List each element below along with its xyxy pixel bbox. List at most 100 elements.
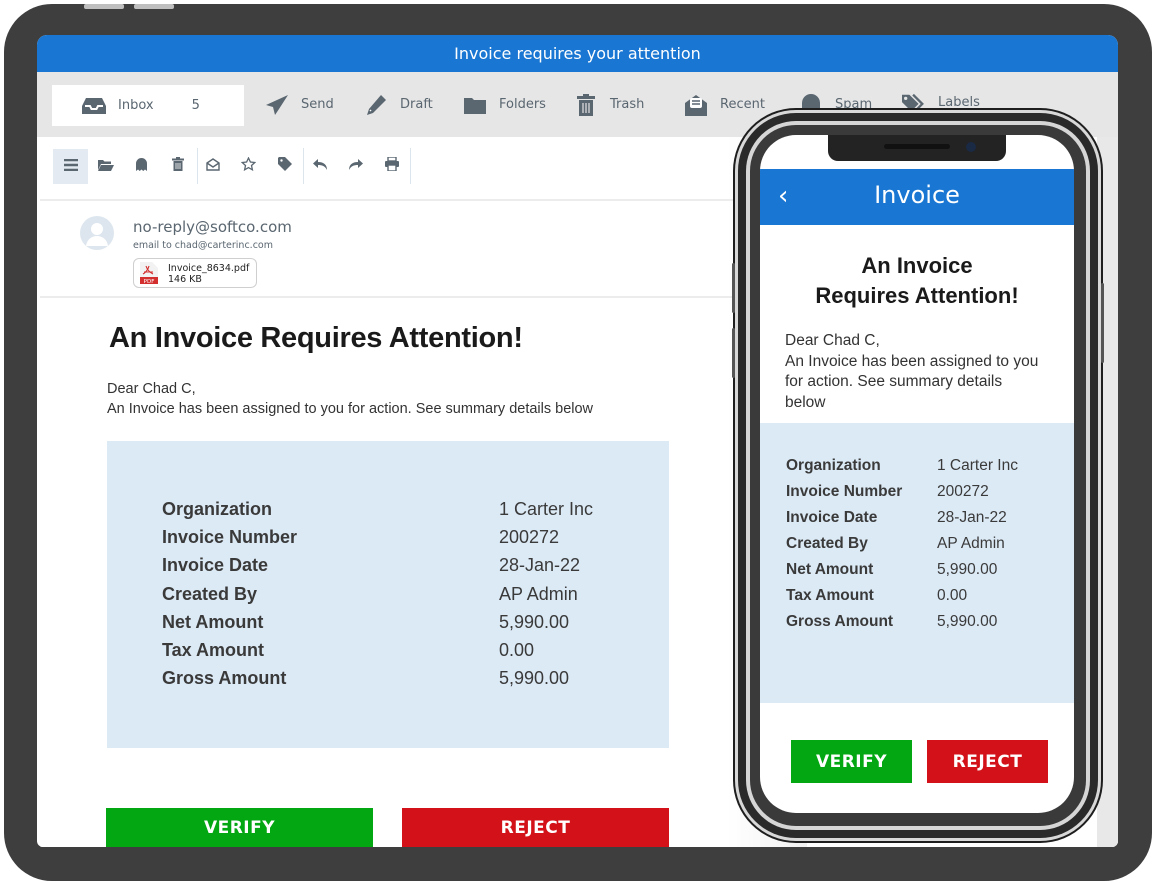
- avatar: [80, 216, 114, 250]
- pdf-file-icon: PDF: [140, 262, 158, 285]
- summary-label: Gross Amount: [786, 613, 894, 630]
- nav-draft[interactable]: Draft: [364, 72, 433, 137]
- phone-heading: An Invoice Requires Attention!: [760, 251, 1074, 311]
- summary-value: AP Admin: [937, 535, 1005, 552]
- phone-reject-button[interactable]: REJECT: [927, 740, 1048, 783]
- sender-address: no-reply@softco.com: [133, 218, 292, 236]
- summary-label: Tax Amount: [162, 640, 264, 660]
- phone-greeting-text: Dear Chad C,: [785, 332, 880, 349]
- delete-button[interactable]: [160, 149, 195, 184]
- summary-label: Net Amount: [786, 561, 874, 578]
- recipient-line: email to chad@carterinc.com: [133, 240, 273, 251]
- summary-value: 5,990.00: [937, 613, 998, 630]
- summary-value: AP Admin: [499, 583, 578, 604]
- mark-read-button[interactable]: [195, 149, 230, 184]
- reject-button[interactable]: REJECT: [402, 808, 669, 847]
- nav-trash[interactable]: Trash: [574, 72, 644, 137]
- trash-icon: [171, 157, 184, 176]
- scrollbar[interactable]: [1097, 137, 1118, 847]
- phone-volume-button: [732, 263, 735, 313]
- menu-icon: [63, 158, 78, 176]
- star-button[interactable]: [231, 149, 266, 184]
- nav-send[interactable]: Send: [265, 72, 334, 137]
- inbox-count-badge: 5: [191, 98, 200, 113]
- summary-value: 0.00: [937, 587, 968, 604]
- forward-icon: [348, 158, 363, 176]
- speaker-grille: [884, 144, 950, 149]
- summary-value: 28-Jan-22: [937, 509, 1007, 526]
- phone-heading-line: Requires Attention!: [815, 283, 1019, 308]
- nav-spam-label: Spam: [835, 97, 873, 112]
- summary-label: Tax Amount: [786, 587, 874, 604]
- mark-spam-button[interactable]: [124, 149, 159, 184]
- forward-button[interactable]: [338, 149, 373, 184]
- summary-label: Invoice Number: [786, 483, 903, 500]
- open-envelope-icon: [684, 93, 708, 117]
- nav-recent-label: Recent: [720, 97, 765, 112]
- summary-label: Invoice Date: [162, 555, 269, 576]
- summary-value: 0.00: [499, 640, 535, 660]
- phone-notch: [828, 135, 1006, 161]
- tag-button[interactable]: [267, 149, 302, 184]
- phone-power-button: [1101, 283, 1104, 363]
- phone-heading-line: An Invoice: [861, 253, 973, 278]
- nav-send-label: Send: [301, 97, 334, 112]
- summary-value: 28-Jan-22: [499, 555, 581, 576]
- tablet-hardware-button: [134, 4, 174, 9]
- nav-folders-label: Folders: [499, 97, 546, 112]
- star-icon: [240, 156, 257, 176]
- tag-icon: [277, 157, 292, 176]
- move-to-folder-button[interactable]: [88, 149, 123, 184]
- phone-frame: ‹ Invoice An Invoice Requires Attention!…: [732, 113, 1104, 838]
- summary-label: Net Amount: [162, 611, 264, 632]
- tags-icon: [902, 91, 926, 115]
- folder-icon: [463, 93, 487, 117]
- phone-invoice-summary: Organization 1 Carter Inc Invoice Number 20…: [760, 423, 1074, 703]
- phone-volume-button: [732, 328, 735, 378]
- nav-draft-label: Draft: [400, 97, 433, 112]
- summary-label: Created By: [162, 583, 258, 604]
- summary-label: Invoice Date: [786, 509, 878, 526]
- print-icon: [384, 156, 399, 176]
- summary-value: 1 Carter Inc: [937, 457, 1018, 474]
- phone-message-text: An Invoice has been assigned to you for …: [785, 352, 1039, 411]
- trash-icon: [574, 93, 598, 117]
- summary-value: 200272: [499, 527, 560, 548]
- toolbar-divider: [410, 148, 411, 184]
- tablet-hardware-button: [84, 4, 124, 9]
- menu-button[interactable]: [53, 149, 88, 184]
- attachment-size: 146 KB: [168, 274, 202, 285]
- summary-value: 200272: [937, 483, 989, 500]
- summary-label: Organization: [786, 457, 881, 474]
- nav-trash-label: Trash: [610, 97, 645, 112]
- summary-value: 5,990.00: [499, 611, 570, 632]
- ghost-icon: [136, 157, 147, 176]
- phone-screen: ‹ Invoice An Invoice Requires Attention!…: [760, 135, 1074, 813]
- summary-label: Gross Amount: [162, 668, 287, 689]
- summary-value: 1 Carter Inc: [499, 499, 594, 519]
- phone-greeting-block: Dear Chad C, An Invoice has been assigne…: [785, 331, 1045, 413]
- phone-verify-button[interactable]: VERIFY: [791, 740, 912, 783]
- phone-title: Invoice: [874, 181, 960, 209]
- reply-button[interactable]: [302, 149, 337, 184]
- message-text: An Invoice has been assigned to you for …: [107, 401, 594, 417]
- greeting-text: Dear Chad C,: [107, 381, 196, 397]
- email-heading: An Invoice Requires Attention!: [109, 322, 523, 354]
- nav-recent[interactable]: Recent: [684, 72, 765, 137]
- pencil-icon: [364, 93, 388, 117]
- nav-folders[interactable]: Folders: [463, 72, 546, 137]
- nav-inbox-label: Inbox: [118, 98, 154, 113]
- nav-labels-label: Labels: [938, 95, 980, 110]
- email-greeting-block: Dear Chad C, An Invoice has been assigne…: [107, 379, 593, 419]
- verify-button[interactable]: VERIFY: [106, 808, 373, 847]
- inbox-icon: [82, 94, 106, 118]
- phone-app-header: ‹ Invoice: [760, 169, 1074, 225]
- attachment-chip[interactable]: PDF Invoice_8634.pdf 146 KB: [133, 258, 257, 288]
- reply-icon: [312, 158, 327, 176]
- summary-label: Invoice Number: [162, 527, 298, 548]
- window-title: Invoice requires your attention: [37, 35, 1118, 72]
- summary-value: 5,990.00: [499, 668, 570, 689]
- print-button[interactable]: [374, 149, 409, 184]
- summary-label: Created By: [786, 535, 868, 552]
- nav-inbox[interactable]: Inbox 5: [52, 85, 244, 126]
